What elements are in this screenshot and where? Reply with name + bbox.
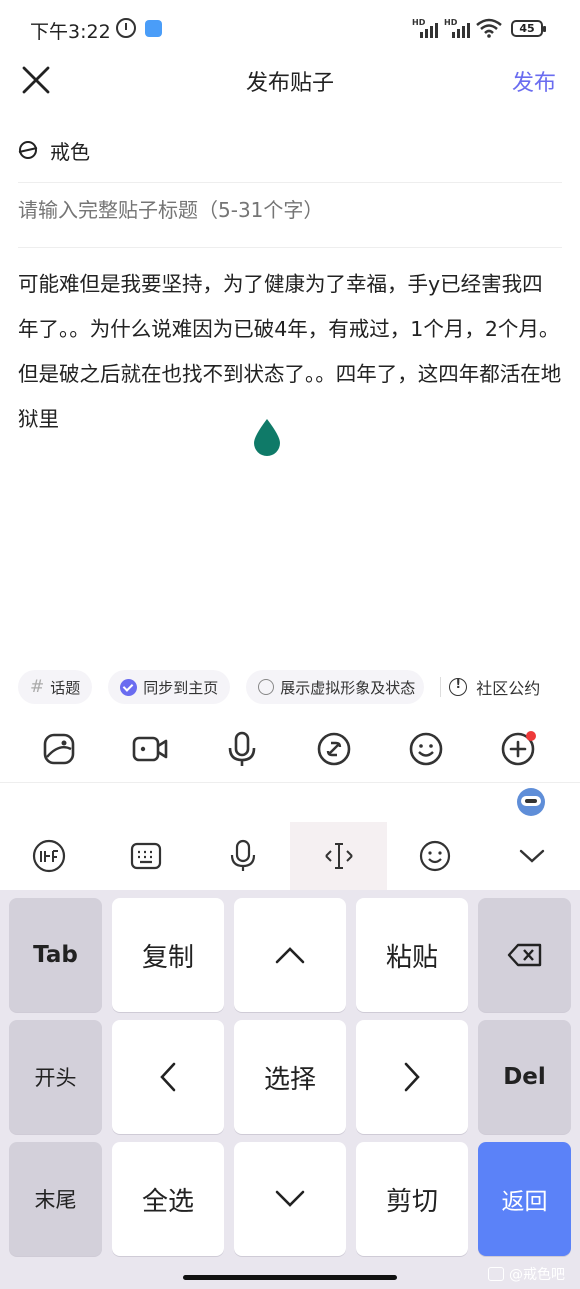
cursor-down-key[interactable] <box>234 1142 346 1256</box>
edit-keyboard: Tab 复制 粘贴 开头 选择 Del 末尾 全选 剪切 返回 <box>0 890 580 1289</box>
divider <box>18 182 562 183</box>
link-icon[interactable] <box>314 729 354 769</box>
select-all-key[interactable]: 全选 <box>112 1142 224 1256</box>
emoji-icon[interactable] <box>406 729 446 769</box>
backspace-key[interactable] <box>478 898 571 1012</box>
topic-chip[interactable]: # 话题 <box>18 670 93 704</box>
home-indicator[interactable] <box>183 1275 397 1280</box>
wifi-icon <box>476 18 502 38</box>
top-bar: 发布贴子 发布 <box>0 55 580 105</box>
avatar-status-chip[interactable]: 展示虚拟形象及状态 <box>246 670 425 704</box>
copy-key[interactable]: 复制 <box>112 898 224 1012</box>
check-icon <box>120 678 138 696</box>
keyboard-toolbar <box>0 822 580 890</box>
page-title: 发布贴子 <box>245 71 334 96</box>
watermark: @戒色吧 <box>488 1264 565 1284</box>
divider <box>0 782 580 783</box>
watermark-text: @戒色吧 <box>509 1267 565 1283</box>
watermark-logo-icon <box>488 1267 504 1281</box>
emoji-keyboard-icon[interactable] <box>386 822 483 890</box>
backspace-icon <box>507 943 541 967</box>
info-icon <box>449 677 468 696</box>
rules-label: 社区公约 <box>476 679 541 698</box>
divider <box>18 247 562 248</box>
tab-key[interactable]: Tab <box>9 898 102 1012</box>
line-end-key[interactable]: 末尾 <box>9 1142 102 1256</box>
topic-label: 话题 <box>50 678 81 697</box>
image-icon[interactable] <box>39 729 79 769</box>
hash-icon: # <box>30 677 45 697</box>
add-more-icon[interactable] <box>498 729 538 769</box>
chevron-right-icon <box>404 1062 420 1092</box>
radio-icon <box>258 679 275 695</box>
forum-name: 戒色 <box>50 139 90 164</box>
attachment-toolbar <box>0 725 580 775</box>
post-options: # 话题 同步到主页 展示虚拟形象及状态 社区公约 <box>18 670 580 704</box>
status-bar: 下午3:22 HD HD 45 <box>0 0 580 60</box>
video-icon[interactable] <box>130 729 170 769</box>
delete-key[interactable]: Del <box>478 1020 571 1134</box>
microphone-icon[interactable] <box>222 729 262 769</box>
sync-homepage-chip[interactable]: 同步到主页 <box>108 670 231 704</box>
cut-key[interactable]: 剪切 <box>356 1142 468 1256</box>
collapse-keyboard-icon[interactable] <box>483 822 580 890</box>
chevron-up-icon <box>275 947 305 964</box>
cursor-left-key[interactable] <box>112 1020 224 1134</box>
battery-icon: 45 <box>511 20 546 37</box>
forum-selector[interactable]: 戒色 <box>18 135 90 165</box>
signal-icon: HD <box>444 18 470 38</box>
select-key[interactable]: 选择 <box>234 1020 346 1134</box>
community-rules-link[interactable]: 社区公约 <box>440 677 541 698</box>
post-content-editor[interactable]: 可能难但是我要坚持，为了健康为了幸福，手y已经害我四年了。。为什么说难因为已破4… <box>18 262 563 442</box>
notification-dot <box>526 731 536 741</box>
status-time: 下午3:22 <box>30 21 111 43</box>
cursor-edit-icon[interactable] <box>290 822 387 890</box>
planet-icon <box>18 141 38 159</box>
post-title-input[interactable] <box>18 198 558 222</box>
cursor-up-key[interactable] <box>234 898 346 1012</box>
keyboard-icon[interactable] <box>97 822 194 890</box>
keyboard-mascot-icon[interactable] <box>517 788 545 816</box>
alarm-icon <box>116 18 136 38</box>
line-start-key[interactable]: 开头 <box>9 1020 102 1134</box>
chevron-down-icon <box>275 1190 305 1207</box>
cursor-right-key[interactable] <box>356 1020 468 1134</box>
text-cursor-handle[interactable] <box>250 418 284 458</box>
sync-label: 同步到主页 <box>143 678 219 697</box>
avatar-label: 展示虚拟形象及状态 <box>280 678 416 697</box>
chevron-left-icon <box>160 1062 176 1092</box>
return-key[interactable]: 返回 <box>478 1142 571 1256</box>
keyboard-app-icon <box>145 20 162 37</box>
ime-logo-icon[interactable] <box>0 822 97 890</box>
publish-button[interactable]: 发布 <box>512 65 556 97</box>
voice-input-icon[interactable] <box>194 822 291 890</box>
paste-key[interactable]: 粘贴 <box>356 898 468 1012</box>
signal-icon: HD <box>412 18 438 38</box>
